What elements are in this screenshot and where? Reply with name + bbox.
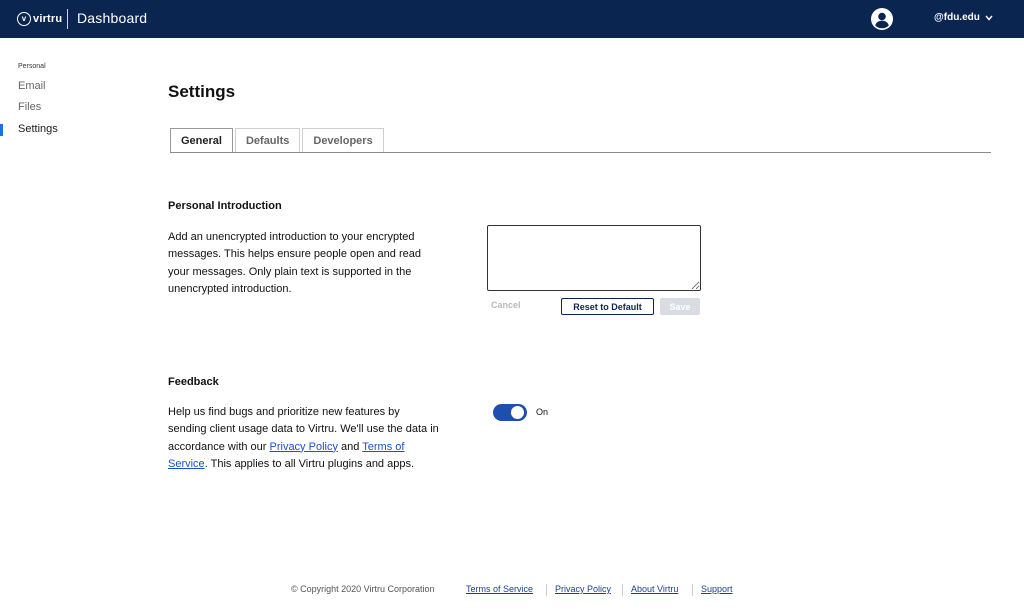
tab-developers[interactable]: Developers — [302, 128, 384, 153]
toggle-knob — [511, 406, 524, 419]
intro-line-3: your messages. Only plain text is suppor… — [168, 265, 412, 278]
copyright-text: © Copyright 2020 Virtru Corporation — [291, 584, 435, 594]
footer-separator — [546, 584, 547, 596]
sidebar-item-email[interactable]: Email — [18, 80, 46, 92]
intro-line-4: unencrypted introduction. — [168, 282, 292, 295]
footer-privacy-policy-link[interactable]: Privacy Policy — [555, 584, 611, 594]
header-divider — [67, 9, 68, 29]
footer-terms-of-service-link[interactable]: Terms of Service — [466, 584, 533, 594]
account-menu[interactable]: @fdu.edu — [934, 12, 993, 23]
top-navigation-bar: v virtru Dashboard @fdu.edu — [0, 0, 1024, 38]
tab-defaults[interactable]: Defaults — [234, 128, 301, 153]
virtru-logo-icon: v — [17, 12, 31, 26]
feedback-line-3-prefix: accordance with our — [168, 440, 270, 453]
logo-text: virtru — [33, 13, 63, 25]
app-title: Dashboard — [77, 10, 148, 26]
sidebar-section-label: Personal — [18, 63, 46, 70]
footer-separator — [692, 584, 693, 596]
feedback-line-3-middle: and — [337, 440, 363, 453]
intro-line-2: messages. This helps ensure people open … — [168, 248, 421, 261]
settings-tabs: General Defaults Developers — [170, 128, 386, 153]
tab-general[interactable]: General — [170, 128, 233, 153]
reset-to-default-button[interactable]: Reset to Default — [561, 298, 654, 315]
terms-of-service-link-part-2[interactable]: Service — [168, 458, 205, 470]
intro-line-1: Add an unencrypted introduction to your … — [168, 231, 415, 243]
toggle-state-label: On — [536, 407, 549, 417]
feedback-line-2: sending client usage data to Virtru. We'… — [168, 423, 439, 436]
chevron-down-icon — [985, 15, 993, 21]
feedback-line-3: accordance with our Privacy Policy and T… — [168, 439, 439, 456]
usage-data-toggle[interactable] — [493, 404, 527, 421]
feedback-heading: Feedback — [168, 376, 219, 388]
personal-introduction-description: Add an unencrypted introduction to your … — [168, 229, 421, 298]
sidebar-item-settings[interactable]: Settings — [18, 123, 58, 135]
feedback-line-4: Service. This applies to all Virtru plug… — [168, 456, 439, 473]
page-title: Settings — [168, 82, 236, 101]
footer-separator — [622, 584, 623, 596]
sidebar-active-indicator — [0, 124, 3, 136]
feedback-description: Help us find bugs and prioritize new fea… — [168, 404, 439, 473]
feedback-line-1: Help us find bugs and prioritize new fea… — [168, 406, 400, 418]
user-avatar-icon[interactable] — [871, 8, 893, 30]
virtru-logo[interactable]: v virtru — [17, 10, 62, 28]
footer-about-virtru-link[interactable]: About Virtru — [631, 584, 678, 594]
sidebar-item-files[interactable]: Files — [18, 101, 41, 113]
account-label: @fdu.edu — [934, 12, 980, 23]
personal-introduction-heading: Personal Introduction — [168, 200, 282, 212]
cancel-button[interactable]: Cancel — [491, 300, 521, 310]
footer-support-link[interactable]: Support — [701, 584, 733, 594]
save-button[interactable]: Save — [660, 298, 700, 315]
terms-of-service-link-part-1[interactable]: Terms of — [362, 441, 404, 453]
feedback-line-4-suffix: . This applies to all Virtru plugins and… — [204, 457, 415, 470]
footer: © Copyright 2020 Virtru Corporation Term… — [0, 584, 1024, 598]
tabs-divider — [170, 152, 991, 153]
privacy-policy-link[interactable]: Privacy Policy — [270, 441, 338, 453]
introduction-textarea[interactable] — [487, 225, 701, 291]
